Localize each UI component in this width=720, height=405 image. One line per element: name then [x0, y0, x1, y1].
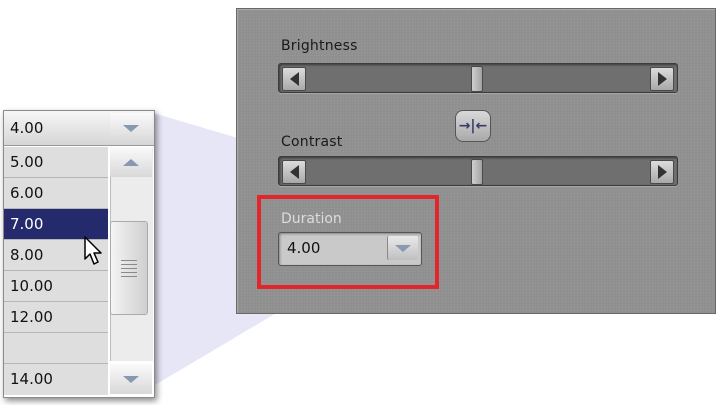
- list-item[interactable]: 6.00: [4, 178, 108, 209]
- list-item[interactable]: 10.00: [4, 271, 108, 302]
- center-link-icon: →|←: [458, 118, 488, 134]
- arrow-left-icon: [289, 72, 299, 86]
- grip-line: [121, 275, 137, 277]
- arrow-right-icon: [657, 72, 667, 86]
- list-item[interactable]: 12.00: [4, 302, 108, 333]
- link-sliders-button[interactable]: →|←: [455, 110, 491, 142]
- chevron-up-icon: [123, 158, 139, 166]
- scroll-down-button[interactable]: [110, 364, 152, 394]
- dropdown-header[interactable]: 4.00: [4, 111, 154, 146]
- brightness-increase-button[interactable]: [650, 67, 674, 91]
- chevron-down-icon: [123, 124, 139, 132]
- contrast-label: Contrast: [281, 134, 343, 150]
- brightness-slider-thumb[interactable]: [471, 66, 483, 92]
- contrast-slider[interactable]: [278, 156, 678, 186]
- grip-line: [121, 271, 137, 273]
- dropdown-current-value: 4.00: [10, 119, 44, 137]
- scrollbar-thumb[interactable]: [110, 221, 148, 315]
- dropdown-toggle-button[interactable]: [110, 113, 152, 143]
- contrast-slider-thumb[interactable]: [471, 159, 483, 185]
- mouse-pointer-icon: [84, 236, 102, 265]
- duration-highlight-box: [257, 195, 439, 289]
- scroll-up-button[interactable]: [110, 147, 152, 177]
- brightness-label: Brightness: [281, 38, 358, 54]
- brightness-decrease-button[interactable]: [282, 67, 306, 91]
- grip-line: [121, 263, 137, 265]
- arrow-left-icon: [289, 165, 299, 179]
- brightness-slider[interactable]: [278, 63, 678, 93]
- contrast-decrease-button[interactable]: [282, 160, 306, 184]
- contrast-increase-button[interactable]: [650, 160, 674, 184]
- list-item[interactable]: 5.00: [4, 147, 108, 178]
- grip-line: [121, 267, 137, 269]
- list-item-spacer: [4, 333, 108, 364]
- arrow-right-icon: [657, 165, 667, 179]
- list-item[interactable]: 14.00: [4, 364, 108, 395]
- grip-line: [121, 259, 137, 261]
- chevron-down-icon: [123, 375, 139, 383]
- duration-dropdown-list[interactable]: 4.00 5.00 6.00 7.00 8.00 10.00 12.00 14.…: [3, 110, 155, 398]
